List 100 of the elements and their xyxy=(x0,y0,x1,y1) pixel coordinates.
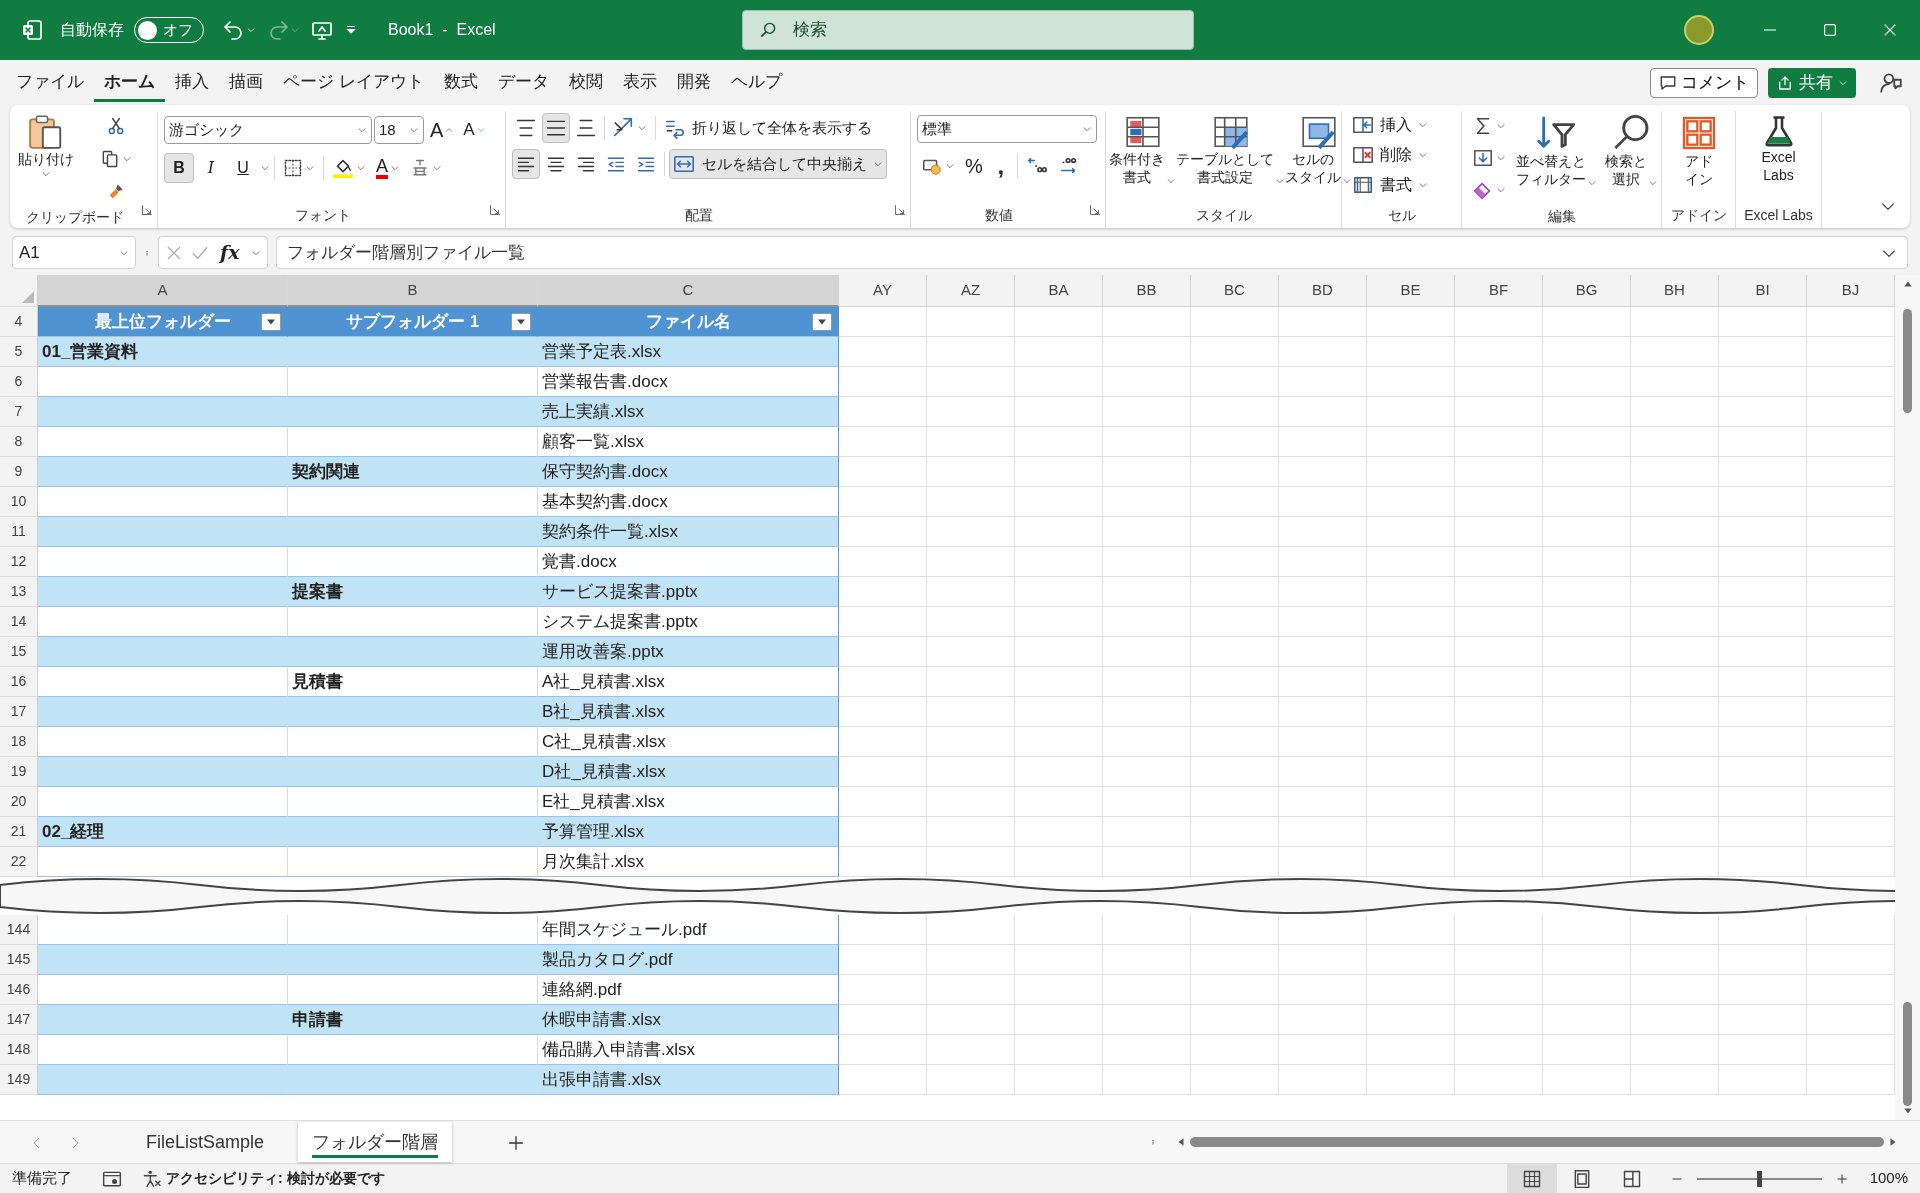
zoom-in-icon[interactable] xyxy=(1835,1172,1848,1185)
column-header[interactable]: BA xyxy=(1015,275,1103,307)
row-number[interactable]: 10 xyxy=(0,487,38,517)
accessibility-status[interactable]: アクセシビリティ: 検討が必要です xyxy=(166,1168,385,1189)
name-box[interactable]: A1 xyxy=(12,236,136,269)
comment-button[interactable]: コメント xyxy=(1650,67,1758,98)
formula-field[interactable]: フォルダー階層別ファイル一覧 xyxy=(275,236,1908,269)
column-header[interactable]: BF xyxy=(1455,275,1543,307)
filter-button[interactable] xyxy=(261,313,281,331)
row-number[interactable]: 5 xyxy=(0,337,38,367)
ribbon-tab[interactable]: 開発 xyxy=(666,63,721,102)
row-number[interactable]: 11 xyxy=(0,517,38,547)
underline-button[interactable]: U xyxy=(228,153,258,183)
column-header[interactable]: BH xyxy=(1631,275,1719,307)
row-number[interactable]: 7 xyxy=(0,397,38,427)
add-ins-button[interactable]: アド イン xyxy=(1676,111,1721,202)
column-header[interactable]: BD xyxy=(1279,275,1367,307)
align-left-button[interactable] xyxy=(512,149,540,179)
ribbon-tab[interactable]: 数式 xyxy=(433,63,488,102)
dialog-launcher-icon[interactable] xyxy=(894,203,906,216)
vertical-scrollbar[interactable] xyxy=(1895,275,1920,1120)
row-number[interactable]: 6 xyxy=(0,367,38,397)
scrollbar-thumb[interactable] xyxy=(1903,309,1912,413)
format-as-table-button[interactable]: テーブルとして 書式設定 xyxy=(1176,111,1285,202)
row-number[interactable]: 148 xyxy=(0,1035,38,1065)
row-number[interactable]: 4 xyxy=(0,307,38,337)
dialog-launcher-icon[interactable] xyxy=(1089,203,1101,216)
ribbon-tab[interactable]: 表示 xyxy=(612,63,667,102)
add-sheet-icon[interactable] xyxy=(507,1133,526,1152)
bold-button[interactable]: B xyxy=(164,153,194,183)
row-number[interactable]: 146 xyxy=(0,975,38,1005)
row-number[interactable]: 19 xyxy=(0,757,38,787)
dialog-launcher-icon[interactable] xyxy=(489,203,501,216)
row-number[interactable]: 145 xyxy=(0,945,38,975)
ribbon-tab[interactable]: ファイル xyxy=(6,63,94,102)
column-header[interactable]: AY xyxy=(839,275,927,307)
paste-button[interactable]: 貼り付け xyxy=(16,111,76,207)
column-header[interactable]: C xyxy=(538,275,839,307)
column-header[interactable]: BG xyxy=(1543,275,1631,307)
row-number[interactable]: 144 xyxy=(0,915,38,945)
ribbon-tab[interactable]: 描画 xyxy=(219,63,273,102)
search-field[interactable]: 検索 xyxy=(742,10,1194,50)
italic-button[interactable]: I xyxy=(196,153,226,183)
horizontal-scrollbar[interactable] xyxy=(1176,1136,1898,1148)
row-number[interactable]: 8 xyxy=(0,427,38,457)
comma-style-button[interactable]: , xyxy=(988,151,1013,181)
column-header[interactable]: BC xyxy=(1191,275,1279,307)
font-size-dropdown[interactable]: 18 xyxy=(374,116,424,144)
conditional-formatting-button[interactable]: 条件付き 書式 xyxy=(1109,111,1176,202)
column-header[interactable]: BJ xyxy=(1807,275,1895,307)
maximize-icon[interactable] xyxy=(1822,22,1838,38)
ribbon-tab[interactable]: ページ レイアウト xyxy=(273,63,434,102)
row-number[interactable]: 21 xyxy=(0,817,38,847)
number-format-dropdown[interactable]: 標準 xyxy=(917,115,1097,143)
column-header[interactable]: BB xyxy=(1103,275,1191,307)
scrollbar-thumb[interactable] xyxy=(1903,1002,1912,1106)
shrink-font-button[interactable]: A xyxy=(459,115,489,145)
scrollbar-thumb[interactable] xyxy=(1190,1137,1884,1147)
row-number[interactable]: 22 xyxy=(0,847,38,877)
avatar[interactable] xyxy=(1684,15,1714,45)
row-number[interactable]: 20 xyxy=(0,787,38,817)
row-number[interactable]: 14 xyxy=(0,607,38,637)
column-header[interactable]: A xyxy=(38,275,288,307)
column-header[interactable]: B xyxy=(288,275,538,307)
find-select-button[interactable]: 検索と 選択 xyxy=(1603,111,1660,205)
share-button[interactable]: 共有 xyxy=(1768,67,1856,98)
align-middle-button[interactable] xyxy=(542,113,570,143)
ribbon-tab[interactable]: 校閲 xyxy=(558,63,613,102)
merge-center-button[interactable]: セルを結合して中央揃え xyxy=(669,149,887,179)
row-number[interactable]: 147 xyxy=(0,1005,38,1035)
row-number[interactable]: 18 xyxy=(0,727,38,757)
row-number[interactable]: 12 xyxy=(0,547,38,577)
zoom-percent[interactable]: 100% xyxy=(1869,1167,1908,1190)
sort-filter-button[interactable]: 並べ替えと フィルター xyxy=(1514,111,1599,205)
sheet-tab[interactable]: フォルダー階層 xyxy=(298,1122,453,1162)
row-number[interactable]: 17 xyxy=(0,697,38,727)
zoom-thumb[interactable] xyxy=(1756,1170,1762,1187)
ribbon-tab[interactable]: 挿入 xyxy=(165,63,219,102)
percent-button[interactable]: % xyxy=(961,151,987,181)
sheet-tab[interactable]: FileListSample xyxy=(132,1122,279,1162)
column-header[interactable]: BI xyxy=(1719,275,1807,307)
column-header[interactable]: AZ xyxy=(927,275,1015,307)
row-number[interactable]: 149 xyxy=(0,1065,38,1095)
wrap-text-button[interactable]: 折り返して全体を表示する xyxy=(660,113,876,143)
normal-view-button[interactable] xyxy=(1506,1163,1557,1193)
ribbon-tab[interactable]: ヘルプ xyxy=(720,63,792,102)
dialog-launcher-icon[interactable] xyxy=(141,203,153,216)
column-header[interactable]: BE xyxy=(1367,275,1455,307)
row-number[interactable]: 13 xyxy=(0,577,38,607)
row-number[interactable]: 15 xyxy=(0,637,38,667)
ribbon-tab[interactable]: ホーム xyxy=(94,63,165,102)
font-name-dropdown[interactable]: 游ゴシック xyxy=(164,116,372,144)
font-color-button[interactable]: A xyxy=(372,153,404,183)
ribbon-tab[interactable]: データ xyxy=(487,63,559,102)
excel-labs-button[interactable]: Excel Labs xyxy=(1758,111,1799,202)
row-number[interactable]: 9 xyxy=(0,457,38,487)
filter-button[interactable] xyxy=(812,313,832,331)
row-number[interactable]: 16 xyxy=(0,667,38,697)
grow-font-button[interactable]: A xyxy=(426,115,458,145)
close-icon[interactable] xyxy=(1882,22,1898,38)
